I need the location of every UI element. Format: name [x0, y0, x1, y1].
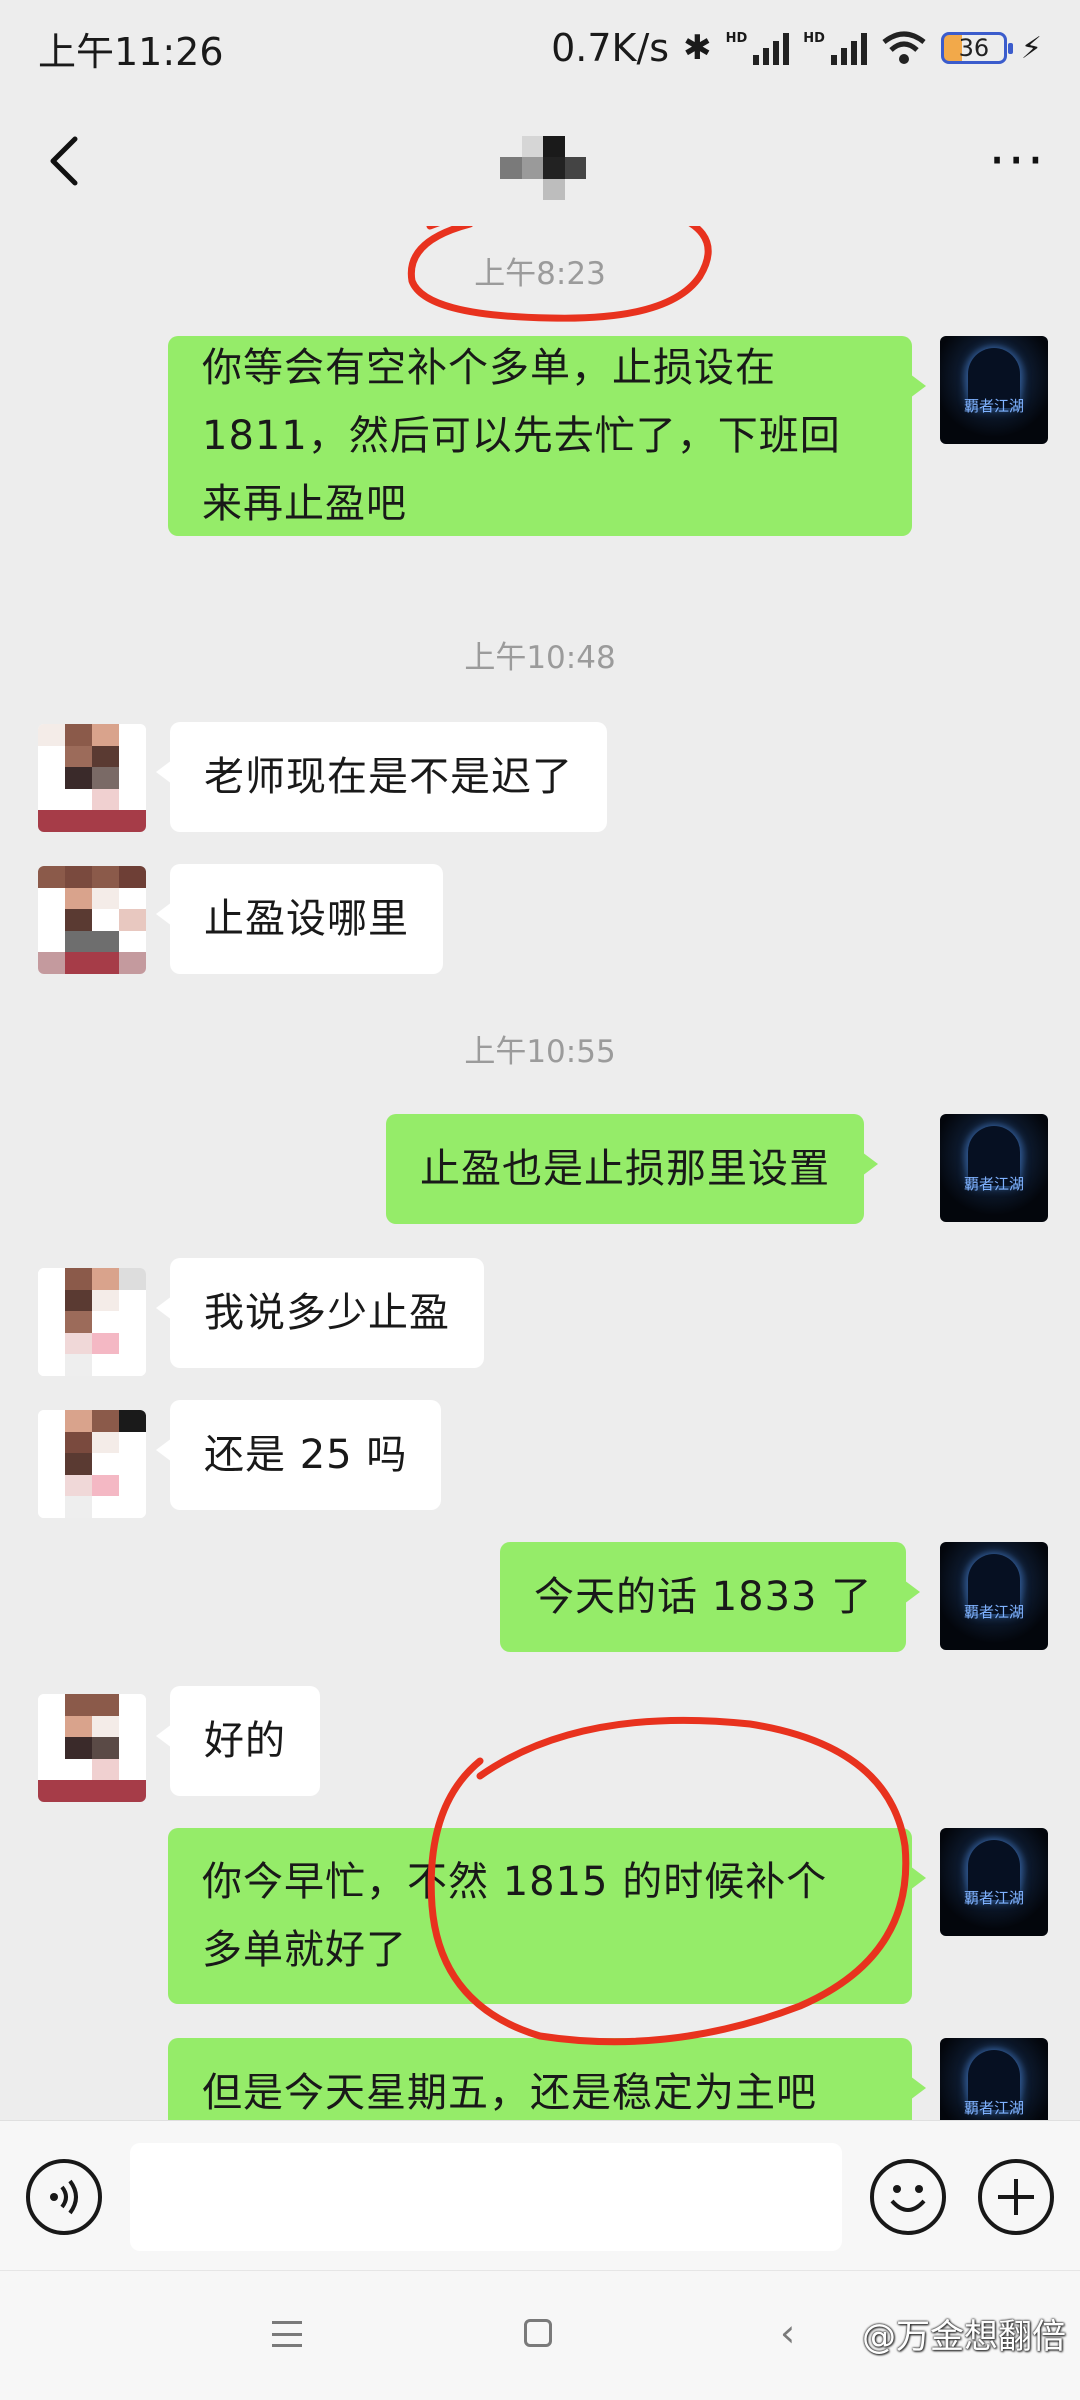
message-line: 你等会有空补个多单，止损设在: [202, 345, 776, 391]
message-text: 老师现在是不是迟了: [204, 754, 573, 800]
my-avatar[interactable]: 覇者江湖: [940, 336, 1048, 444]
nav-home-button[interactable]: [524, 2319, 552, 2347]
voice-icon: [50, 2179, 78, 2215]
chevron-left-icon: [50, 136, 78, 186]
message-bubble-incoming[interactable]: 老师现在是不是迟了: [156, 722, 607, 832]
battery-icon: 36: [940, 32, 1013, 64]
my-avatar[interactable]: 覇者江湖: [940, 1828, 1048, 1936]
contact-avatar[interactable]: [38, 1694, 146, 1802]
input-bar: [0, 2120, 1080, 2270]
contact-avatar[interactable]: [38, 1268, 146, 1376]
signal-1-icon: HD: [726, 31, 790, 65]
bluetooth-icon: ✱: [683, 28, 712, 68]
my-avatar[interactable]: 覇者江湖: [940, 1542, 1048, 1650]
contact-avatar[interactable]: [38, 724, 146, 832]
nav-back-button[interactable]: ‹: [780, 2311, 795, 2355]
timestamp: 上午10:55: [464, 1034, 616, 1070]
system-nav-bar: ‹ @万金想翻倍: [0, 2270, 1080, 2400]
message-text: 还是 25 吗: [204, 1432, 408, 1478]
my-avatar[interactable]: 覇者江湖: [940, 1114, 1048, 1222]
status-bar: 上午11:26 0.7K/s ✱ HD HD 36 ⚡: [0, 0, 1080, 96]
chat-title-pixelated: [500, 136, 586, 200]
message-text: 止盈也是止损那里设置: [420, 1146, 830, 1192]
status-time: 上午11:26: [38, 29, 224, 74]
message-bubble-outgoing[interactable]: 但是今天星期五，还是稳定为主吧: [168, 2038, 926, 2120]
message-line: 你今早忙，不然 1815 的时候补个: [202, 1859, 828, 1905]
charging-icon: ⚡: [1020, 30, 1042, 66]
message-bubble-incoming[interactable]: 还是 25 吗: [155, 1400, 442, 1510]
timestamp: 上午8:23: [474, 256, 606, 292]
chat-header: ···: [0, 96, 1080, 226]
message-bubble-outgoing[interactable]: 你今早忙，不然 1815 的时候补个 多单就好了: [168, 1828, 926, 2004]
message-bubble-outgoing[interactable]: 今天的话 1833 了: [500, 1542, 921, 1652]
message-line: 多单就好了: [202, 1927, 407, 1973]
back-button[interactable]: [34, 131, 94, 191]
contact-avatar[interactable]: [38, 1410, 146, 1518]
message-bubble-outgoing[interactable]: 你等会有空补个多单，止损设在 1811，然后可以先去忙了，下班回 来再止盈吧: [168, 336, 926, 536]
emoji-icon: [890, 2185, 926, 2212]
net-speed: 0.7K/s: [551, 26, 670, 70]
nav-menu-button[interactable]: [272, 2321, 302, 2347]
status-icons: 0.7K/s ✱ HD HD 36 ⚡: [551, 26, 1042, 70]
message-bubble-incoming[interactable]: 我说多少止盈: [156, 1258, 484, 1368]
message-bubble-incoming[interactable]: 好的: [156, 1686, 320, 1796]
plus-icon: [998, 2179, 1034, 2215]
emoji-button[interactable]: [870, 2159, 946, 2235]
my-avatar[interactable]: 覇者江湖: [940, 2038, 1048, 2120]
message-text: 止盈设哪里: [204, 896, 409, 942]
plus-button[interactable]: [978, 2159, 1054, 2235]
message-line: 来再止盈吧: [202, 481, 407, 527]
message-text: 今天的话 1833 了: [534, 1574, 873, 1620]
wifi-icon: [882, 31, 926, 64]
message-line: 1811，然后可以先去忙了，下班回: [202, 413, 841, 459]
message-text: 我说多少止盈: [204, 1290, 450, 1336]
voice-button[interactable]: [26, 2159, 102, 2235]
message-bubble-incoming[interactable]: 止盈设哪里: [156, 864, 443, 974]
watermark: @万金想翻倍: [862, 2317, 1066, 2357]
more-button[interactable]: ···: [989, 134, 1047, 188]
message-text: 好的: [204, 1718, 286, 1764]
message-text: 但是今天星期五，还是稳定为主吧: [202, 2070, 817, 2116]
chat-area[interactable]: 上午8:23 你等会有空补个多单，止损设在 1811，然后可以先去忙了，下班回 …: [0, 226, 1080, 2120]
contact-avatar[interactable]: [38, 866, 146, 974]
timestamp: 上午10:48: [464, 640, 616, 676]
message-input[interactable]: [130, 2143, 842, 2251]
message-bubble-outgoing[interactable]: 止盈也是止损那里设置: [386, 1114, 878, 1224]
signal-2-icon: HD: [803, 31, 867, 65]
